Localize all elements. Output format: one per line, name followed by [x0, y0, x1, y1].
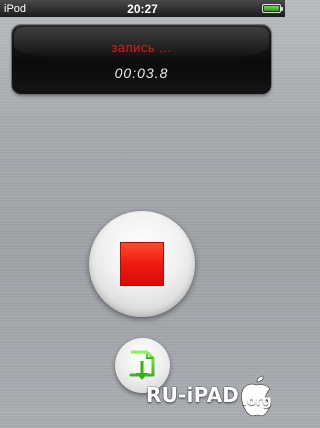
watermark-suffix: .org — [242, 394, 272, 409]
recording-status: запись ... — [111, 40, 172, 55]
stop-button[interactable] — [89, 211, 195, 317]
status-bar: iPod 20:27 — [0, 0, 285, 17]
recording-timer: 00:03.8 — [114, 65, 169, 81]
battery-icon — [262, 4, 283, 13]
clock: 20:27 — [127, 1, 158, 16]
recording-display: запись ... 00:03.8 — [12, 25, 271, 94]
stop-icon — [120, 242, 164, 286]
watermark: RU-iPAD .org — [140, 375, 280, 425]
battery-fill — [264, 6, 279, 11]
watermark-text: RU-iPAD — [146, 383, 240, 407]
device-name: iPod — [4, 2, 27, 15]
